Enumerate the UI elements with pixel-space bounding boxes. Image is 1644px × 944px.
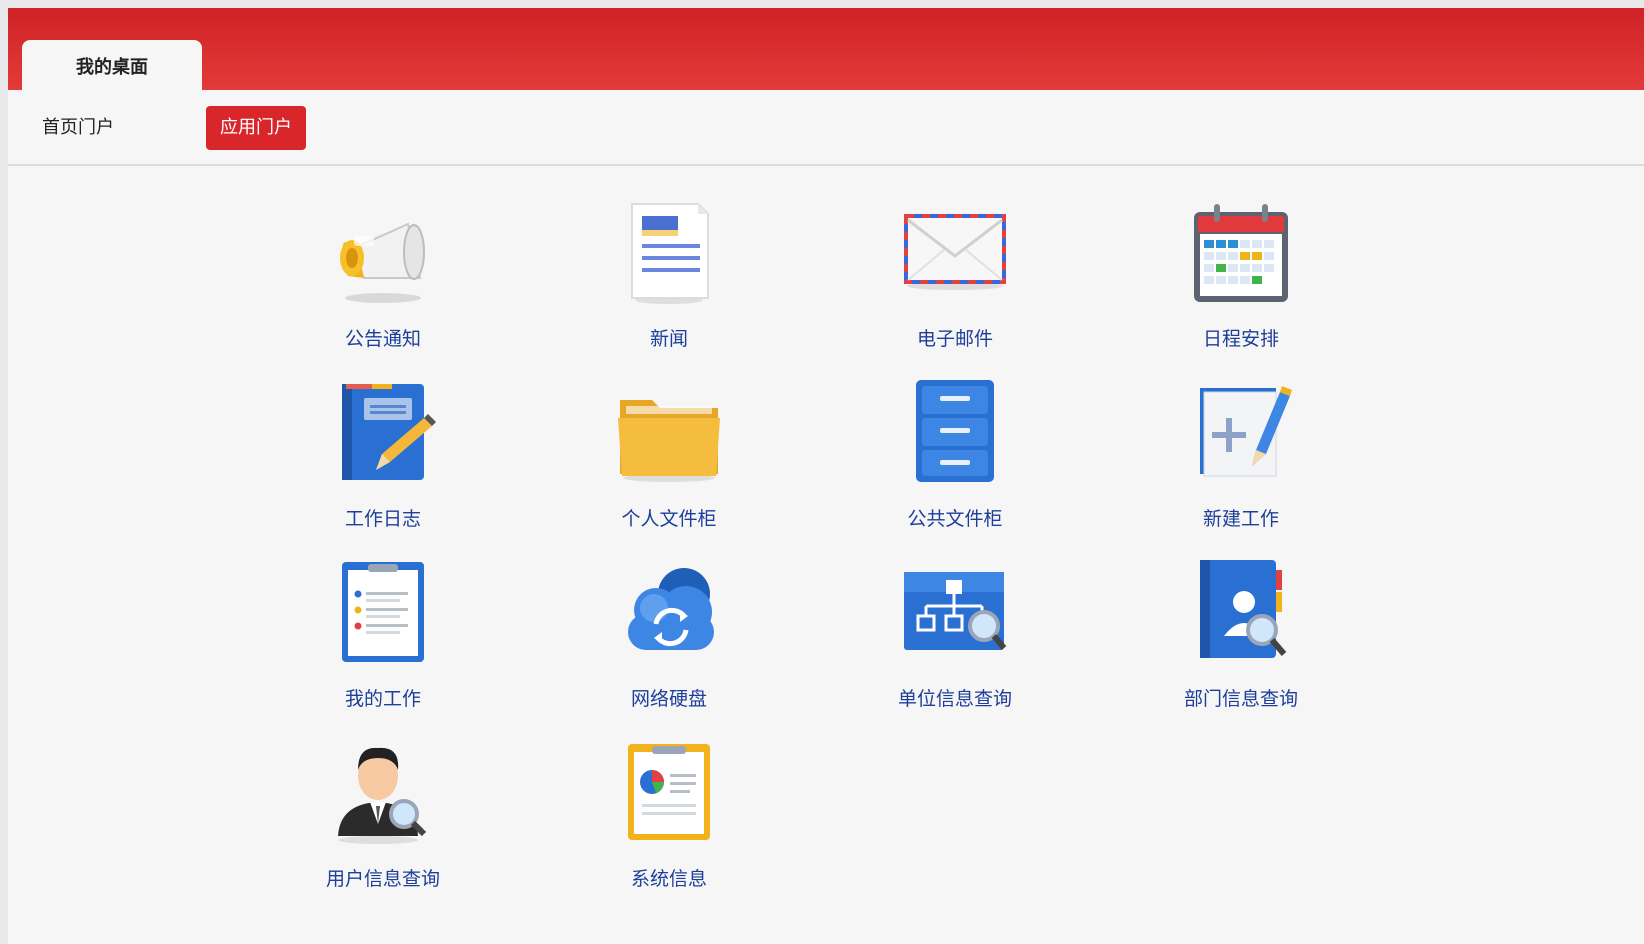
app-work-log[interactable]: 工作日志 bbox=[283, 378, 483, 548]
calendar-icon bbox=[1194, 204, 1288, 302]
app-system-info[interactable]: 系统信息 bbox=[569, 738, 769, 908]
app-label: 电子邮件 bbox=[916, 328, 993, 350]
filing-cabinet-icon bbox=[916, 380, 994, 482]
app-network-disk[interactable]: 网络硬盘 bbox=[569, 558, 769, 728]
app-label: 用户信息查询 bbox=[325, 868, 440, 890]
app-news[interactable]: 新闻 bbox=[569, 198, 769, 368]
system-report-icon bbox=[628, 744, 710, 840]
app-public-cabinet[interactable]: 公共文件柜 bbox=[855, 378, 1055, 548]
new-task-icon bbox=[1200, 386, 1292, 477]
megaphone-icon bbox=[340, 222, 425, 303]
app-label: 个人文件柜 bbox=[621, 508, 717, 530]
app-department-info[interactable]: 部门信息查询 bbox=[1141, 558, 1341, 728]
app-label: 公告通知 bbox=[344, 328, 421, 350]
app-announcements[interactable]: 公告通知 bbox=[283, 198, 483, 368]
folder-icon bbox=[618, 400, 720, 482]
envelope-icon bbox=[904, 214, 1006, 290]
app-my-work[interactable]: 我的工作 bbox=[283, 558, 483, 728]
app-schedule[interactable]: 日程安排 bbox=[1141, 198, 1341, 368]
app-label: 公共文件柜 bbox=[907, 508, 1003, 530]
app-label: 新建工作 bbox=[1202, 508, 1279, 530]
app-label: 日程安排 bbox=[1202, 328, 1279, 350]
app-email[interactable]: 电子邮件 bbox=[855, 198, 1055, 368]
app-label: 网络硬盘 bbox=[630, 688, 707, 710]
app-user-info[interactable]: 用户信息查询 bbox=[283, 738, 483, 908]
notebook-pencil-icon bbox=[342, 384, 436, 480]
app-label: 新闻 bbox=[649, 328, 688, 350]
desktop-window: 我的桌面 首页门户 应用门户 公告通知 新闻 电子邮件 日程安排 工作日志 个人… bbox=[8, 8, 1644, 944]
user-search-icon bbox=[338, 747, 427, 844]
cloud-sync-icon bbox=[628, 568, 714, 650]
contact-book-search-icon bbox=[1200, 560, 1287, 658]
clipboard-list-icon bbox=[342, 562, 424, 662]
app-unit-info[interactable]: 单位信息查询 bbox=[855, 558, 1055, 728]
app-label: 系统信息 bbox=[630, 868, 707, 890]
app-label: 单位信息查询 bbox=[897, 688, 1012, 710]
app-label: 工作日志 bbox=[344, 508, 421, 530]
app-new-work[interactable]: 新建工作 bbox=[1141, 378, 1341, 548]
org-chart-search-icon bbox=[904, 572, 1007, 650]
app-grid: 公告通知 新闻 电子邮件 日程安排 工作日志 个人文件柜 公共文件柜 新建工作 … bbox=[8, 8, 1644, 944]
app-personal-cabinet[interactable]: 个人文件柜 bbox=[569, 378, 769, 548]
app-label: 部门信息查询 bbox=[1183, 688, 1298, 710]
app-label: 我的工作 bbox=[344, 688, 421, 710]
news-document-icon bbox=[631, 203, 709, 304]
